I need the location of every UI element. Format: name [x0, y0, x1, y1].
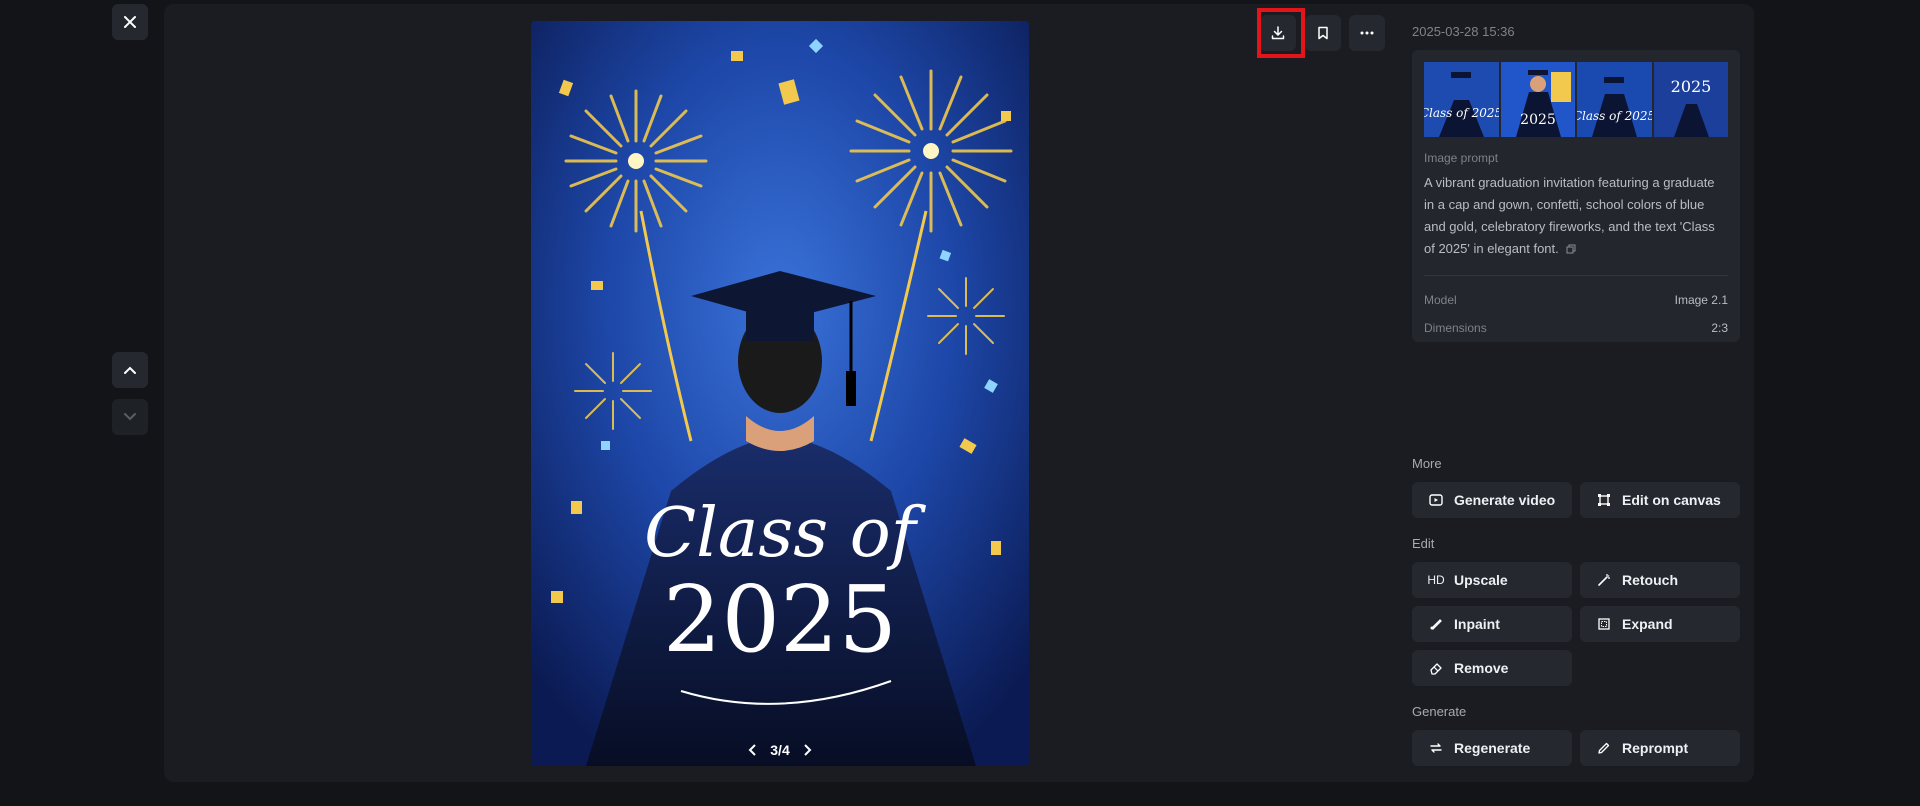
thumbnail-2[interactable]: 2025: [1500, 62, 1575, 137]
eraser-icon: [1430, 663, 1442, 675]
remove-label: Remove: [1454, 660, 1509, 676]
regenerate-button[interactable]: Regenerate: [1412, 730, 1572, 766]
image-pager: 3/4: [531, 742, 1029, 758]
artwork-title-line2: 2025: [663, 566, 897, 673]
inpaint-button[interactable]: Inpaint: [1412, 606, 1572, 642]
dimensions-value: 2:3: [1711, 320, 1728, 335]
dimensions-label: Dimensions: [1424, 320, 1487, 335]
image-info-card: Class of 2025 2025 Class of 2025 2025 Im…: [1412, 50, 1740, 342]
thumbnail-strip: Class of 2025 2025 Class of 2025 2025: [1424, 62, 1728, 137]
dimensions-row: Dimensions 2:3: [1424, 314, 1728, 342]
more-horizontal-icon: [1360, 31, 1374, 35]
model-label: Model: [1424, 292, 1457, 307]
divider: [1424, 274, 1728, 276]
regenerate-icon: [1430, 743, 1442, 753]
section-title-generate: Generate: [1412, 704, 1467, 719]
canvas-icon: [1598, 494, 1610, 506]
artwork-title-line1: Class of: [644, 494, 927, 573]
download-icon: [1271, 26, 1285, 40]
more-options-button[interactable]: [1349, 15, 1385, 51]
expand-label: Expand: [1622, 616, 1673, 632]
pager-count: 3/4: [770, 742, 790, 758]
retouch-button[interactable]: Retouch: [1580, 562, 1740, 598]
chevron-up-icon: [124, 366, 136, 374]
thumbnail-3[interactable]: Class of 2025: [1577, 62, 1652, 137]
chevron-down-icon: [124, 413, 136, 421]
pager-next-button[interactable]: [802, 744, 812, 756]
upscale-label: Upscale: [1454, 572, 1508, 588]
remove-button[interactable]: Remove: [1412, 650, 1572, 686]
section-title-more: More: [1412, 456, 1442, 471]
reprompt-button[interactable]: Reprompt: [1580, 730, 1740, 766]
section-title-edit: Edit: [1412, 536, 1435, 551]
main-image: Class of 2025 3/4: [531, 21, 1029, 766]
bookmark-button[interactable]: [1305, 15, 1341, 51]
copy-icon: [1566, 244, 1576, 254]
regenerate-label: Regenerate: [1454, 740, 1531, 756]
chevron-right-icon: [804, 744, 812, 756]
thumbnail-2-text: 2025: [1520, 112, 1556, 128]
prompt-text: A vibrant graduation invitation featurin…: [1424, 172, 1728, 261]
created-timestamp: 2025-03-28 15:36: [1412, 24, 1515, 39]
inpaint-icon: [1430, 619, 1442, 630]
copy-prompt-button[interactable]: [1566, 239, 1576, 261]
edit-on-canvas-label: Edit on canvas: [1622, 492, 1721, 508]
pencil-icon: [1598, 742, 1610, 754]
prompt-label: Image prompt: [1424, 151, 1499, 165]
thumbnail-1[interactable]: Class of 2025: [1424, 62, 1499, 137]
upscale-button[interactable]: HD Upscale: [1412, 562, 1572, 598]
bookmark-icon: [1318, 26, 1328, 40]
graduation-artwork: Class of 2025: [531, 21, 1029, 766]
thumbnail-4[interactable]: 2025: [1653, 62, 1728, 137]
generate-video-button[interactable]: Generate video: [1412, 482, 1572, 518]
expand-button[interactable]: Expand: [1580, 606, 1740, 642]
generate-video-label: Generate video: [1454, 492, 1556, 508]
close-button[interactable]: [112, 4, 148, 40]
thumbnail-1-text: Class of 2025: [1424, 106, 1499, 120]
close-icon: [124, 16, 136, 28]
inpaint-label: Inpaint: [1454, 616, 1500, 632]
expand-icon: [1598, 618, 1610, 630]
previous-image-button[interactable]: [112, 352, 148, 388]
model-row: Model Image 2.1: [1424, 286, 1728, 314]
reprompt-label: Reprompt: [1622, 740, 1689, 756]
thumbnail-3-text: Class of 2025: [1577, 109, 1652, 123]
video-icon: [1429, 494, 1443, 506]
chevron-left-icon: [748, 744, 756, 756]
retouch-icon: [1598, 574, 1610, 586]
next-image-button[interactable]: [112, 399, 148, 435]
edit-on-canvas-button[interactable]: Edit on canvas: [1580, 482, 1740, 518]
download-button[interactable]: [1260, 15, 1296, 51]
retouch-label: Retouch: [1622, 572, 1678, 588]
hd-icon: HD: [1427, 573, 1445, 587]
pager-prev-button[interactable]: [748, 744, 758, 756]
thumbnail-4-text: 2025: [1670, 77, 1711, 96]
model-value: Image 2.1: [1674, 292, 1728, 307]
